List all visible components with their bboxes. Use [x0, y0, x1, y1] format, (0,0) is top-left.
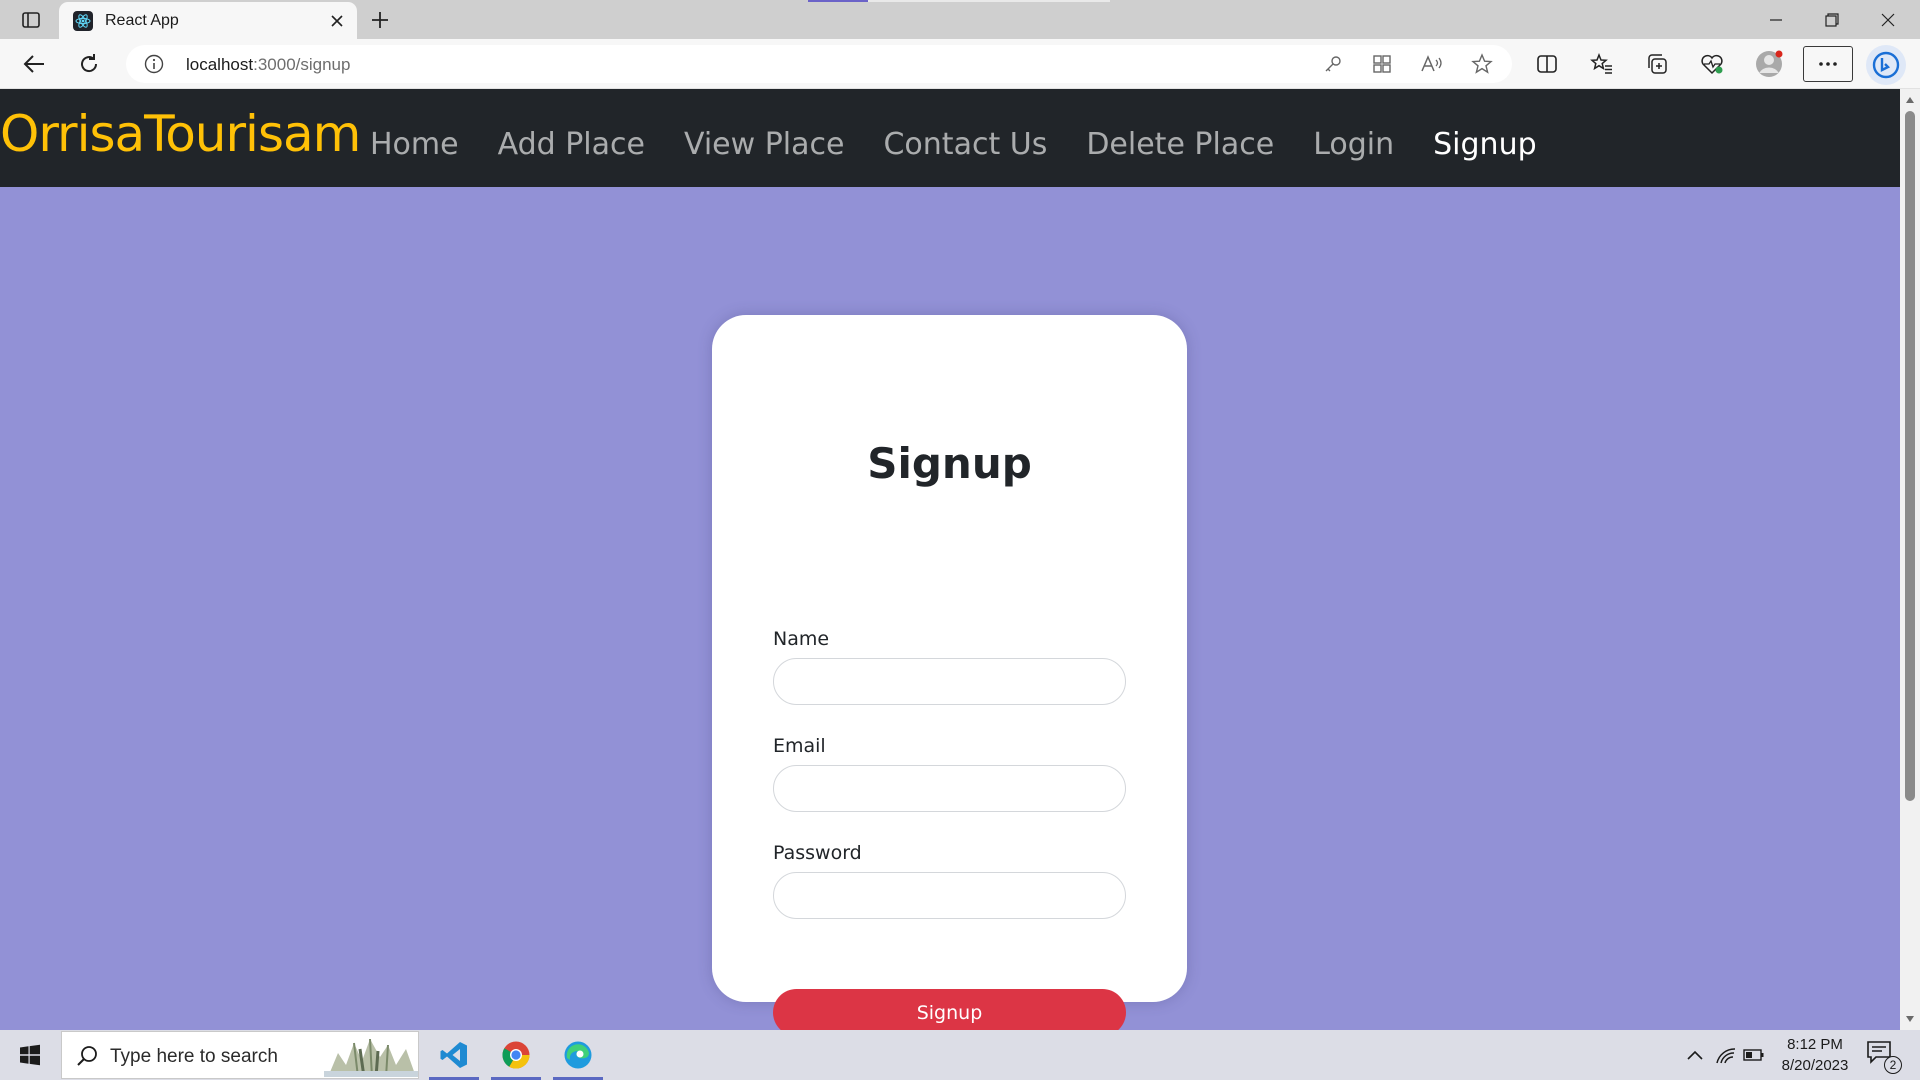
refresh-button[interactable]: [73, 48, 105, 80]
email-label: Email: [773, 735, 826, 757]
url-host: localhost: [186, 55, 254, 74]
search-icon: [76, 1045, 98, 1067]
tab-close-button[interactable]: [325, 9, 349, 33]
avatar-icon: [1756, 50, 1783, 77]
read-aloud-icon[interactable]: [1419, 52, 1445, 76]
search-placeholder: Type here to search: [110, 1046, 278, 1067]
more-dots-icon: [1819, 62, 1837, 66]
tab-title: React App: [105, 12, 179, 29]
plus-icon: [372, 12, 388, 28]
loading-indicator-fill: [808, 0, 868, 2]
triangle-up-icon: [1906, 97, 1914, 103]
nav-link-contact-us[interactable]: Contact Us: [883, 127, 1047, 162]
vscode-icon: [440, 1042, 467, 1068]
close-icon: [331, 15, 343, 27]
clock-date: 8/20/2023: [1781, 1057, 1849, 1074]
chrome-icon: [502, 1041, 530, 1069]
browser-tab-bar: React App: [0, 0, 1920, 39]
window-close-button[interactable]: [1860, 0, 1916, 39]
windows-logo-icon: [20, 1044, 40, 1066]
signup-card: Signup Name Email Password Signup: [712, 315, 1187, 1030]
password-field[interactable]: [773, 872, 1126, 919]
tab-actions-icon: [22, 12, 40, 28]
password-label: Password: [773, 842, 862, 864]
taskbar-edge[interactable]: [549, 1030, 607, 1080]
favorites-icon: [1590, 53, 1612, 74]
notification-center-button[interactable]: 2: [1866, 1040, 1902, 1074]
name-field[interactable]: [773, 658, 1126, 705]
system-clock[interactable]: 8:12 PM 8/20/2023: [1770, 1034, 1860, 1076]
back-arrow-icon: [23, 55, 44, 73]
url-text[interactable]: localhost:3000/signup: [186, 55, 350, 75]
refresh-icon: [81, 54, 98, 73]
browser-toolbar: localhost:3000/signup: [0, 39, 1920, 89]
close-icon: [1881, 13, 1895, 26]
scroll-thumb[interactable]: [1905, 111, 1915, 801]
site-info-icon[interactable]: [144, 54, 164, 74]
scroll-up-button[interactable]: [1900, 91, 1920, 109]
bing-icon: [1872, 51, 1900, 79]
favorite-star-icon[interactable]: [1469, 52, 1495, 76]
name-label: Name: [773, 628, 830, 650]
apps-icon[interactable]: [1369, 52, 1395, 76]
settings-more-button[interactable]: [1803, 46, 1853, 82]
restore-icon: [1825, 12, 1839, 27]
nav-link-add-place[interactable]: Add Place: [498, 127, 645, 162]
brand-logo[interactable]: OrrisaTourisam: [0, 105, 361, 163]
triangle-down-icon: [1906, 1016, 1914, 1022]
nav-link-signup[interactable]: Signup: [1433, 127, 1537, 162]
collections-button[interactable]: [1641, 48, 1673, 80]
heart-pulse-icon: [1701, 54, 1723, 75]
restore-button[interactable]: [1804, 0, 1860, 39]
loading-indicator: [808, 0, 1110, 2]
profile-button[interactable]: [1753, 48, 1785, 80]
windows-taskbar: Type here to search 8:12 PM 8/20/2023 2: [0, 1030, 1920, 1080]
edge-icon: [564, 1041, 592, 1069]
back-button[interactable]: [18, 48, 50, 80]
collections-icon: [1648, 54, 1667, 74]
network-icon[interactable]: [1714, 1044, 1738, 1066]
nav-links: Home Add Place View Place Contact Us Del…: [370, 127, 1576, 162]
taskbar-chrome[interactable]: [487, 1030, 545, 1080]
browser-tab[interactable]: React App: [59, 2, 357, 39]
nav-link-delete-place[interactable]: Delete Place: [1086, 127, 1274, 162]
nav-link-login[interactable]: Login: [1313, 127, 1394, 162]
split-screen-button[interactable]: [1531, 48, 1563, 80]
taskbar-search-box[interactable]: Type here to search: [61, 1031, 419, 1079]
url-path: :3000/signup: [253, 55, 351, 74]
nav-link-home[interactable]: Home: [370, 127, 459, 162]
minimize-icon: [1770, 18, 1782, 21]
clock-time: 8:12 PM: [1787, 1036, 1843, 1053]
battery-icon[interactable]: [1742, 1044, 1766, 1066]
search-highlight-illustration: [324, 1035, 418, 1078]
scroll-down-button[interactable]: [1900, 1010, 1920, 1028]
page-viewport: OrrisaTourisam Home Add Place View Place…: [0, 89, 1900, 1030]
page-title: Signup: [867, 439, 1032, 488]
page-scrollbar[interactable]: [1900, 89, 1920, 1030]
favorites-button[interactable]: [1586, 48, 1618, 80]
address-bar[interactable]: localhost:3000/signup: [126, 45, 1512, 83]
site-navbar: OrrisaTourisam Home Add Place View Place…: [0, 89, 1900, 187]
taskbar-vscode[interactable]: [425, 1030, 483, 1080]
nav-link-view-place[interactable]: View Place: [684, 127, 845, 162]
chevron-up-icon: [1687, 1050, 1703, 1060]
bing-chat-button[interactable]: [1866, 45, 1906, 85]
react-icon: [73, 11, 93, 31]
password-key-icon[interactable]: [1320, 52, 1346, 76]
email-field[interactable]: [773, 765, 1126, 812]
start-button[interactable]: [0, 1030, 60, 1080]
split-screen-icon: [1537, 55, 1557, 73]
notification-count-badge: 2: [1884, 1056, 1902, 1074]
show-hidden-icons-button[interactable]: [1683, 1044, 1707, 1066]
signup-button[interactable]: Signup: [773, 989, 1126, 1030]
tab-actions-button[interactable]: [14, 8, 48, 32]
minimize-button[interactable]: [1748, 0, 1804, 39]
new-tab-button[interactable]: [366, 7, 394, 33]
browser-essentials-button[interactable]: [1696, 48, 1728, 80]
